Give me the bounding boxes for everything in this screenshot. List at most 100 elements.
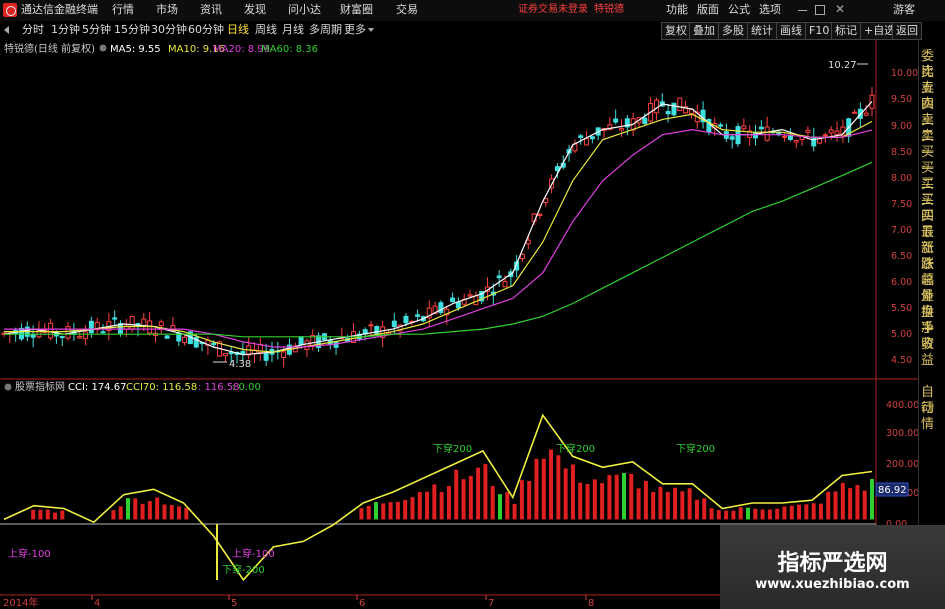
cci-bar	[731, 510, 736, 520]
cci-bar	[753, 508, 758, 520]
side-label[interactable]: 收益	[921, 337, 945, 368]
cci-bar	[673, 487, 678, 520]
multi-stock-button[interactable]: 多股	[718, 22, 748, 40]
candle-body	[455, 301, 461, 309]
maximize-icon[interactable]	[815, 5, 825, 15]
cci-bar	[811, 503, 816, 520]
tab-monthly[interactable]: 月线	[282, 21, 304, 39]
price-tick: 6.50	[891, 251, 912, 262]
watermark-title: 指标严选网	[777, 551, 888, 576]
quote-side-panel: 委比 卖五 卖四 卖三 卖二 卖一 买一 买二 买三 买四 买五 最新 涨跌 涨…	[918, 40, 945, 609]
mark-button[interactable]: 标记	[831, 22, 861, 40]
cci-bar	[549, 449, 554, 520]
price-tick: 8.50	[891, 147, 912, 158]
menu-item-options[interactable]: 选项	[759, 3, 781, 17]
scroll-left-icon[interactable]	[4, 26, 9, 34]
quote-label[interactable]: 行情	[921, 401, 945, 432]
candle-body	[822, 134, 828, 137]
price-tick: 8.00	[891, 173, 912, 184]
candle-body	[502, 281, 508, 288]
cci-tick: 200.00	[886, 459, 918, 470]
menu-item-layout[interactable]: 版面	[697, 3, 719, 17]
cci-value: CCI: 174.67	[68, 382, 126, 393]
close-icon[interactable]: ✕	[835, 2, 845, 16]
tab-60min[interactable]: 60分钟	[188, 21, 224, 39]
candle-body	[584, 138, 590, 146]
cci-bar	[410, 497, 415, 520]
cci-bar	[680, 491, 685, 520]
settings-dot-icon[interactable]	[99, 44, 107, 52]
login-notice[interactable]: 证券交易未登录	[518, 3, 588, 17]
tab-multi-period[interactable]: 多周期	[309, 21, 342, 39]
adjust-button[interactable]: 复权	[661, 22, 691, 40]
cci-bar	[505, 492, 510, 520]
candle-body	[88, 320, 94, 334]
watermark-url: www.xuezhibiao.com	[755, 577, 910, 592]
cci-bar	[578, 482, 583, 520]
candle-body	[729, 136, 735, 140]
candle-body	[83, 331, 89, 340]
tab-5min[interactable]: 5分钟	[82, 21, 111, 39]
minimize-icon[interactable]	[798, 10, 807, 11]
menu-item-markets[interactable]: 市场	[156, 3, 178, 17]
back-button[interactable]: 返回	[892, 22, 922, 40]
cci-bar	[60, 510, 65, 520]
menu-item-function[interactable]: 功能	[666, 3, 688, 17]
candle-body	[613, 118, 619, 123]
candle-body	[793, 139, 799, 143]
menu-item-discover[interactable]: 发现	[244, 3, 266, 17]
cci-bar	[527, 481, 532, 520]
date-tick: 4	[94, 598, 100, 609]
cci-bar	[395, 501, 400, 520]
candle-body	[48, 322, 54, 339]
f10-button[interactable]: F10	[805, 22, 834, 40]
menu-item-news[interactable]: 资讯	[200, 3, 222, 17]
settings-dot-icon[interactable]	[4, 383, 12, 391]
cci-bar	[738, 507, 743, 520]
tab-15min[interactable]: 15分钟	[114, 21, 150, 39]
candle-body	[211, 342, 217, 346]
cci-bar	[432, 484, 437, 520]
cci-bar	[702, 498, 707, 520]
tab-1min[interactable]: 1分钟	[51, 21, 80, 39]
app-logo-icon	[3, 3, 17, 17]
cci-bar	[694, 499, 699, 520]
candle-body	[415, 314, 421, 317]
draw-button[interactable]: 画线	[776, 22, 806, 40]
candle-body	[18, 327, 24, 340]
tab-more[interactable]: 更多	[344, 21, 366, 39]
guest-label[interactable]: 游客	[893, 3, 915, 17]
cci-bar	[483, 464, 488, 520]
chevron-down-icon[interactable]	[368, 28, 374, 32]
menu-bar: 通达信金融终端 行情 市场 资讯 发现 问小达 财富圈 交易 证券交易未登录 特…	[0, 0, 945, 22]
cci-bar	[490, 486, 495, 520]
cci-bar	[862, 490, 867, 520]
menu-item-market[interactable]: 行情	[112, 3, 134, 17]
candle-body	[519, 253, 525, 259]
tab-weekly[interactable]: 周线	[255, 21, 277, 39]
cci-bar	[184, 507, 189, 520]
menu-item-formula[interactable]: 公式	[728, 3, 750, 17]
cci-zero-value: : 0.00	[232, 382, 261, 393]
tab-intraday[interactable]: 分时	[22, 21, 44, 39]
cci-bar	[38, 509, 43, 520]
menu-item-trade[interactable]: 交易	[396, 3, 418, 17]
cci-bar	[855, 485, 860, 520]
menu-item-ask[interactable]: 问小达	[288, 3, 321, 17]
cci-bar	[155, 497, 160, 520]
tab-30min[interactable]: 30分钟	[151, 21, 187, 39]
cci-bar	[446, 486, 451, 520]
cci-bar	[439, 492, 444, 520]
overlay-button[interactable]: 叠加	[689, 22, 719, 40]
tab-daily[interactable]: 日线	[227, 21, 249, 39]
cci-bar	[53, 512, 58, 520]
signal-label: 下穿-200	[222, 563, 265, 576]
period-toolbar: 分时 1分钟 5分钟 15分钟 30分钟 60分钟 日线 周线 月线 多周期 更…	[0, 21, 945, 41]
menu-item-wealth[interactable]: 财富圈	[340, 3, 373, 17]
kline-chart[interactable]: 特锐德(日线 前复权) MA5: 9.55 MA10: 9.16 MA20: 8…	[0, 40, 918, 609]
cci-bar	[775, 508, 780, 520]
stats-button[interactable]: 统计	[747, 22, 777, 40]
cci-bar	[162, 504, 167, 520]
cci-bar	[716, 510, 721, 520]
date-tick: 6	[359, 598, 365, 609]
